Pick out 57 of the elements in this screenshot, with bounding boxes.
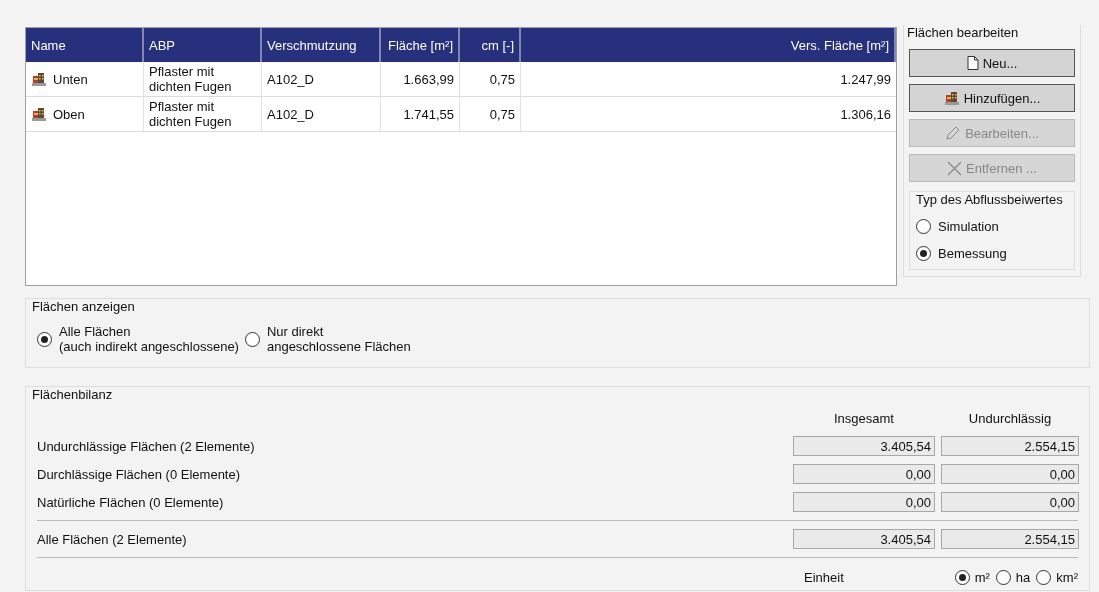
radio-button[interactable] (916, 246, 931, 261)
group-title: Typ des Abflussbeiwertes (916, 192, 1063, 207)
column-header[interactable]: Name (26, 28, 144, 62)
radio-button[interactable] (244, 331, 260, 347)
radio-button[interactable] (916, 219, 931, 234)
option-label: km² (1056, 570, 1078, 585)
value-field: 3.405,54 (793, 529, 935, 549)
row-label: Undurchlässige Flächen (2 Elemente) (37, 438, 256, 454)
column-header[interactable]: cm [-] (460, 28, 521, 62)
unit-label: Einheit (803, 570, 845, 585)
new-button[interactable]: Neu... (909, 49, 1075, 77)
radio-button[interactable] (954, 570, 970, 585)
table-cell: Pflaster mit dichten Fugen (144, 97, 262, 132)
table-cell: A102_D (262, 62, 381, 97)
add-button[interactable]: Hinzufügen... (909, 84, 1075, 112)
value-field: 0,00 (793, 464, 935, 484)
option-label: ha (1015, 570, 1031, 585)
row-label: Natürliche Flächen (0 Elemente) (37, 494, 225, 510)
row-label: Durchlässige Flächen (0 Elemente) (37, 466, 242, 482)
option-label: m² (974, 570, 990, 585)
radio-button[interactable] (1036, 570, 1052, 585)
table-cell: 1.306,16 (521, 97, 896, 132)
radio-button[interactable] (995, 570, 1011, 585)
column-header: Insgesamt (833, 410, 895, 426)
radio-button[interactable] (37, 331, 52, 347)
building-icon (943, 90, 960, 106)
option-label: Simulation (938, 219, 999, 234)
table-cell: Oben (53, 106, 85, 122)
close-icon (947, 160, 963, 176)
option-label: Bemessung (938, 246, 1007, 261)
table-cell: 1.663,99 (381, 62, 460, 97)
column-header: Undurchlässig (967, 410, 1053, 426)
table-cell: 0,75 (460, 97, 521, 132)
value-field: 3.405,54 (793, 436, 935, 456)
page-icon (966, 56, 979, 70)
value-field: 2.554,15 (941, 436, 1079, 456)
column-header[interactable]: Verschmutzung (262, 28, 381, 62)
building-icon (31, 71, 47, 87)
row-label: Alle Flächen (2 Elemente) (37, 531, 188, 547)
column-header[interactable]: Fläche [m²] (381, 28, 460, 62)
table-cell: 1.247,99 (521, 62, 896, 97)
building-icon (31, 106, 47, 122)
value-field: 0,00 (941, 492, 1079, 512)
value-field: 0,00 (793, 492, 935, 512)
value-field: 2.554,15 (941, 529, 1079, 549)
pencil-icon (945, 125, 962, 141)
option-label: Nur direkt angeschlossene Flächen (266, 324, 411, 354)
table-cell: A102_D (262, 97, 381, 132)
table-cell: Pflaster mit dichten Fugen (144, 62, 262, 97)
value-field: 0,00 (941, 464, 1079, 484)
column-header[interactable]: ABP (144, 28, 262, 62)
table-cell: Unten (53, 71, 88, 87)
column-header[interactable]: Vers. Fläche [m²] (521, 28, 896, 62)
table-cell: 1.741,55 (381, 97, 460, 132)
table-cell: 0,75 (460, 62, 521, 97)
option-label: Alle Flächen (auch indirekt angeschlossene) (59, 324, 239, 354)
group-title: Flächen bearbeiten (907, 25, 1020, 40)
